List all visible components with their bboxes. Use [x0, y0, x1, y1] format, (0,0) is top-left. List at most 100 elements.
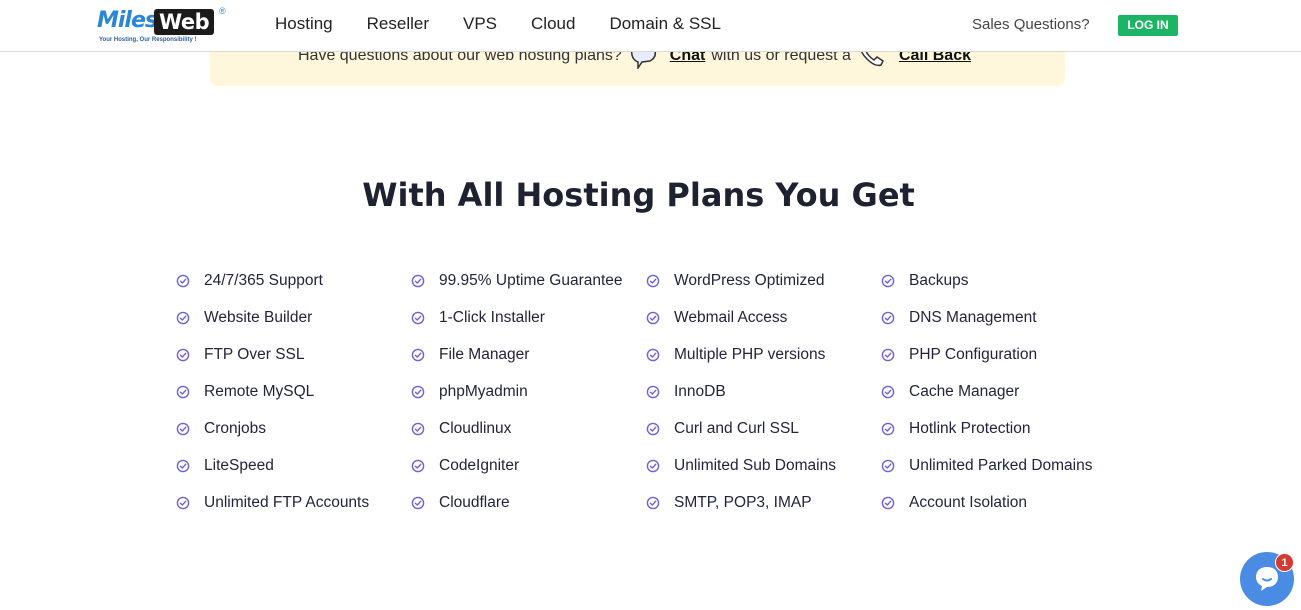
feature-item: phpMyadmin [411, 373, 646, 410]
feature-label: 1-Click Installer [439, 308, 545, 326]
feature-item: Cache Manager [881, 373, 1116, 410]
feature-item: Cronjobs [176, 410, 411, 447]
nav-cloud[interactable]: Cloud [531, 14, 575, 34]
check-circle-icon [176, 385, 190, 399]
registered-mark: ® [219, 6, 226, 16]
nav-hosting[interactable]: Hosting [275, 14, 333, 34]
feature-label: Hotlink Protection [909, 419, 1031, 437]
feature-item: Multiple PHP versions [646, 336, 881, 373]
feature-label: 24/7/365 Support [204, 271, 323, 289]
check-circle-icon [411, 459, 425, 473]
check-circle-icon [411, 422, 425, 436]
check-circle-icon [176, 311, 190, 325]
feature-item: Unlimited Sub Domains [646, 447, 881, 484]
feature-item: Remote MySQL [176, 373, 411, 410]
feature-label: Cloudlinux [439, 419, 512, 437]
check-circle-icon [881, 274, 895, 288]
feature-item: DNS Management [881, 299, 1116, 336]
feature-label: Remote MySQL [204, 382, 315, 400]
check-circle-icon [646, 348, 660, 362]
feature-item: Unlimited Parked Domains [881, 447, 1116, 484]
sales-questions-link[interactable]: Sales Questions? [972, 16, 1090, 33]
check-circle-icon [411, 311, 425, 325]
feature-item: File Manager [411, 336, 646, 373]
check-circle-icon [176, 422, 190, 436]
feature-label: WordPress Optimized [674, 271, 825, 289]
nav-vps[interactable]: VPS [463, 14, 497, 34]
feature-label: Unlimited Sub Domains [674, 456, 836, 474]
check-circle-icon [646, 274, 660, 288]
check-circle-icon [176, 459, 190, 473]
feature-item: PHP Configuration [881, 336, 1116, 373]
feature-item: SMTP, POP3, IMAP [646, 484, 881, 521]
feature-item: InnoDB [646, 373, 881, 410]
feature-label: Backups [909, 271, 969, 289]
feature-label: File Manager [439, 345, 530, 363]
check-circle-icon [411, 274, 425, 288]
check-circle-icon [881, 348, 895, 362]
feature-label: phpMyadmin [439, 382, 528, 400]
logo-text-web: Web [154, 9, 215, 35]
feature-label: Cache Manager [909, 382, 1020, 400]
feature-label: FTP Over SSL [204, 345, 305, 363]
feature-item: FTP Over SSL [176, 336, 411, 373]
check-circle-icon [176, 496, 190, 510]
feature-label: Website Builder [204, 308, 313, 326]
check-circle-icon [881, 385, 895, 399]
feature-item: Account Isolation [881, 484, 1116, 521]
feature-label: Curl and Curl SSL [674, 419, 799, 437]
logo-tagline: Your Hosting, Our Responsibility ! [99, 37, 197, 43]
feature-label: Cloudflare [439, 493, 510, 511]
feature-column: WordPress Optimized Webmail Access Multipl… [646, 262, 881, 521]
feature-item: 99.95% Uptime Guarantee [411, 262, 646, 299]
feature-item: Cloudlinux [411, 410, 646, 447]
feature-label: Cronjobs [204, 419, 267, 437]
check-circle-icon [646, 459, 660, 473]
check-circle-icon [881, 311, 895, 325]
feature-label: Unlimited Parked Domains [909, 456, 1093, 474]
site-header: Miles Web ® Your Hosting, Our Responsibi… [0, 0, 1301, 52]
feature-label: CodeIgniter [439, 456, 520, 474]
feature-label: Webmail Access [674, 308, 788, 326]
section-title: With All Hosting Plans You Get [362, 176, 915, 214]
check-circle-icon [646, 311, 660, 325]
feature-column: Backups DNS Management PHP Configuration Ca… [881, 262, 1116, 521]
check-circle-icon [411, 496, 425, 510]
feature-label: Multiple PHP versions [674, 345, 826, 363]
check-circle-icon [176, 348, 190, 362]
feature-column: 24/7/365 Support Website Builder FTP Over … [176, 262, 411, 521]
check-circle-icon [881, 422, 895, 436]
feature-item: 1-Click Installer [411, 299, 646, 336]
chat-icon [1256, 567, 1278, 591]
feature-label: DNS Management [909, 308, 1037, 326]
feature-item: Backups [881, 262, 1116, 299]
feature-item: Website Builder [176, 299, 411, 336]
feature-item: CodeIgniter [411, 447, 646, 484]
feature-item: Cloudflare [411, 484, 646, 521]
check-circle-icon [646, 385, 660, 399]
feature-label: Account Isolation [909, 493, 1028, 511]
check-circle-icon [881, 496, 895, 510]
feature-item: WordPress Optimized [646, 262, 881, 299]
check-circle-icon [176, 274, 190, 288]
feature-label: SMTP, POP3, IMAP [674, 493, 812, 511]
feature-item: Unlimited FTP Accounts [176, 484, 411, 521]
feature-item: Curl and Curl SSL [646, 410, 881, 447]
login-button[interactable]: LOG IN [1118, 15, 1178, 36]
check-circle-icon [646, 496, 660, 510]
check-circle-icon [881, 459, 895, 473]
notification-badge: 1 [1275, 553, 1294, 572]
check-circle-icon [646, 422, 660, 436]
check-circle-icon [411, 385, 425, 399]
nav-domain-ssl[interactable]: Domain & SSL [609, 14, 721, 34]
feature-item: LiteSpeed [176, 447, 411, 484]
logo-text-miles: Miles [97, 8, 158, 33]
feature-label: Unlimited FTP Accounts [204, 493, 370, 511]
feature-label: 99.95% Uptime Guarantee [439, 271, 623, 289]
mileweb-logo[interactable]: Miles Web ® Your Hosting, Our Responsibi… [97, 6, 229, 46]
features-grid: 24/7/365 Support Website Builder FTP Over … [176, 262, 1116, 521]
feature-column: 99.95% Uptime Guarantee 1-Click Installer… [411, 262, 646, 521]
feature-item: Hotlink Protection [881, 410, 1116, 447]
feature-label: PHP Configuration [909, 345, 1038, 363]
nav-reseller[interactable]: Reseller [367, 14, 429, 34]
